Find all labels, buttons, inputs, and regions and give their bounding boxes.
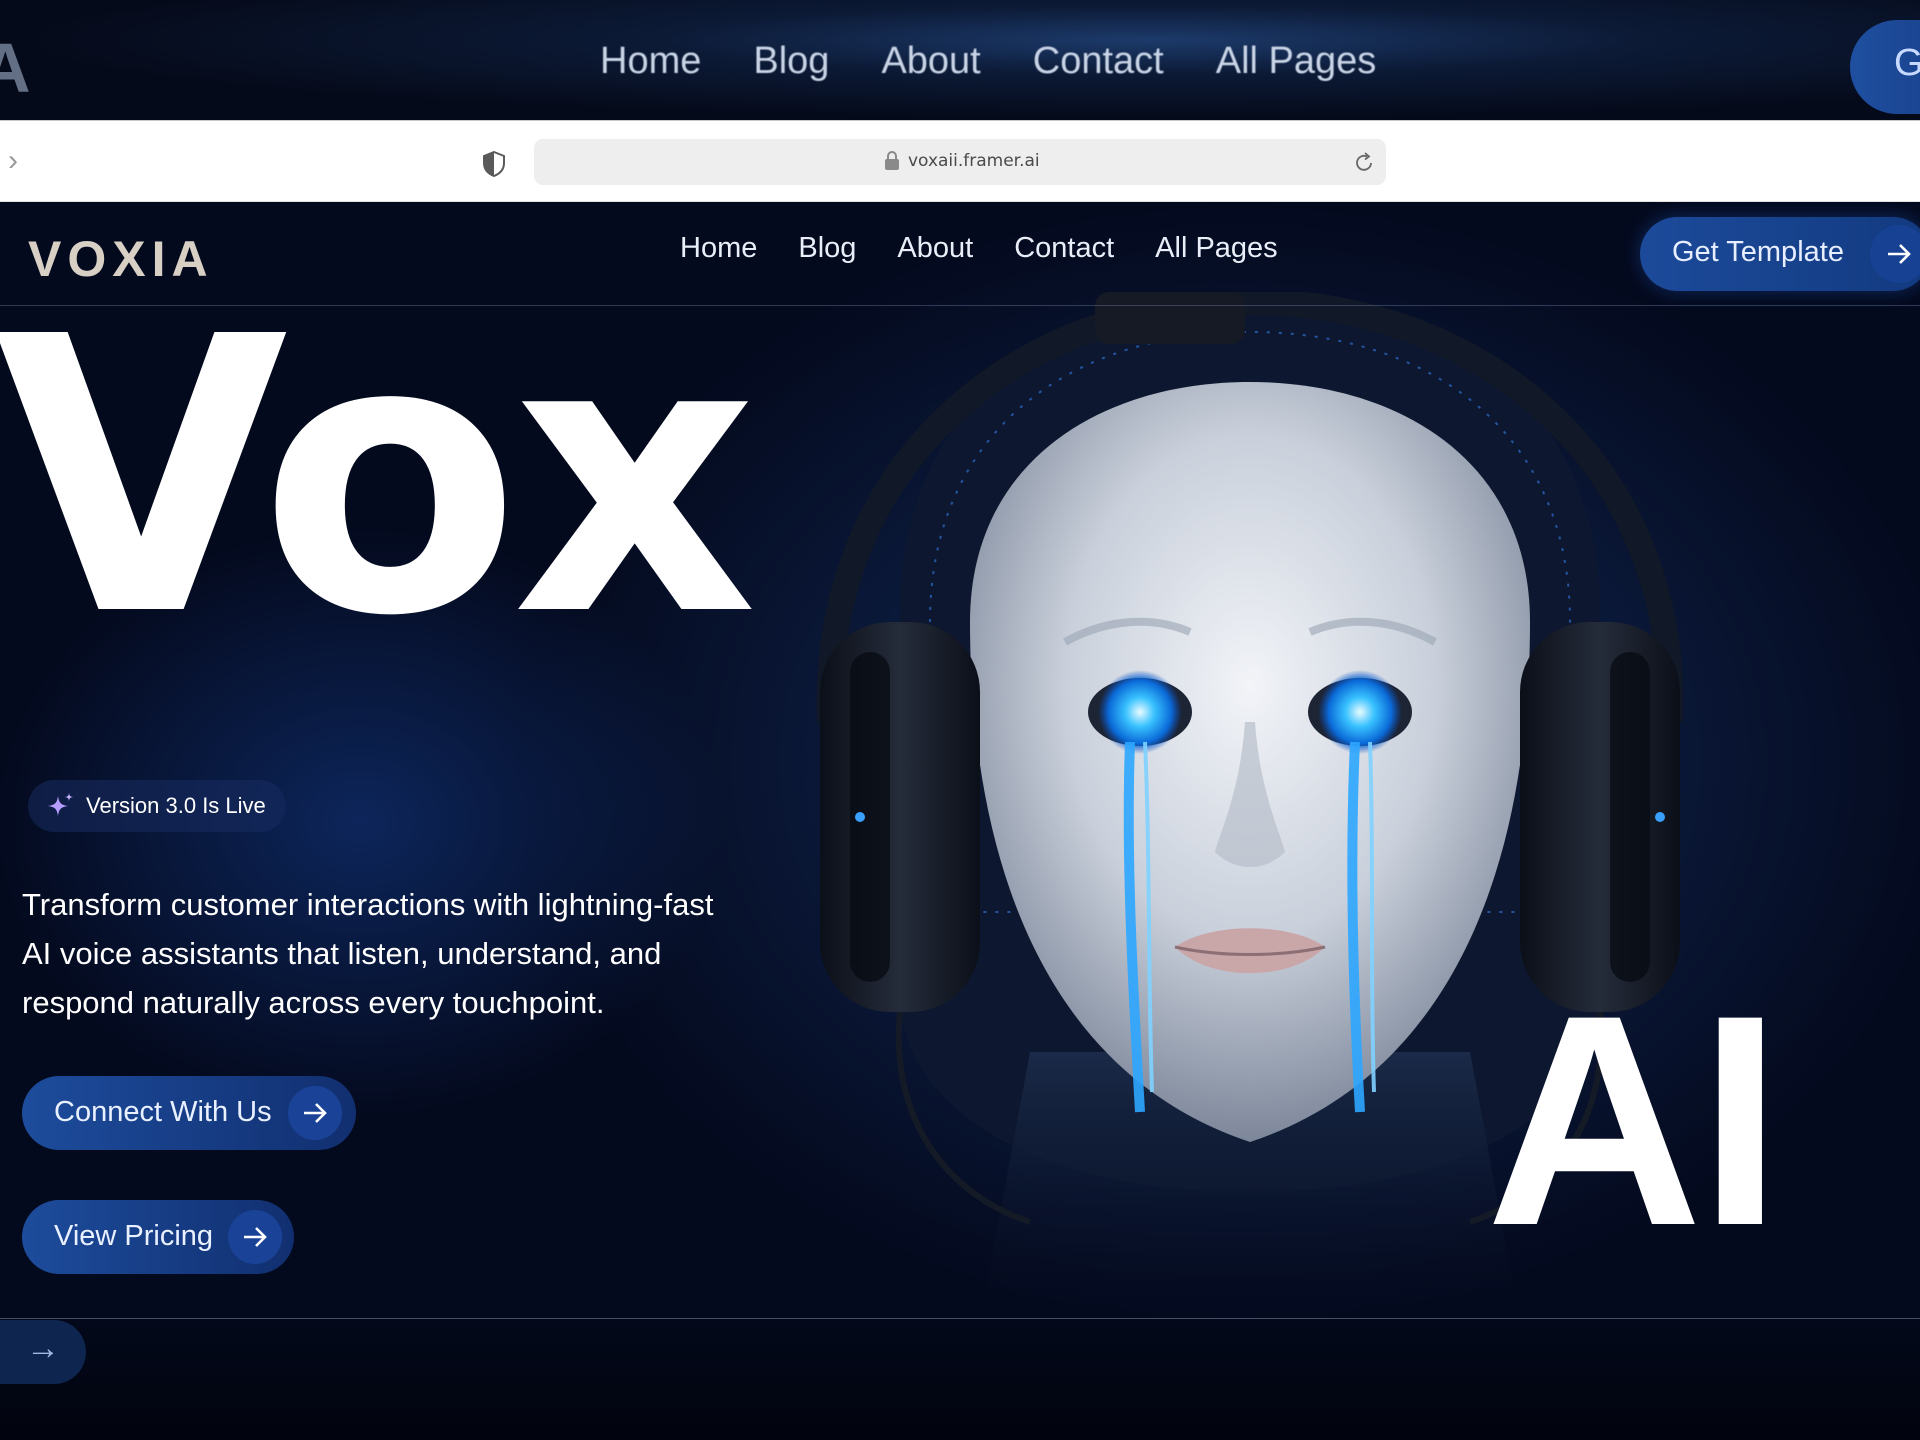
nav-contact[interactable]: Contact	[1014, 232, 1114, 265]
sparkle-icon	[48, 793, 73, 816]
reload-icon[interactable]	[1352, 149, 1376, 175]
view-pricing-label: View Pricing	[54, 1220, 214, 1252]
nav-about[interactable]: About	[897, 232, 973, 265]
get-template-button[interactable]: Get Template	[1640, 217, 1920, 291]
nav-all-pages[interactable]: All Pages	[1155, 232, 1278, 265]
main-nav: Home Blog About Contact All Pages	[680, 232, 1278, 265]
background-nav-item: All Pages	[1215, 40, 1377, 82]
hero-title-vox: Vox	[0, 256, 757, 699]
version-badge: Version 3.0 Is Live	[28, 780, 286, 832]
background-nav-item: Blog	[753, 40, 830, 82]
background-page-footer: →	[0, 1320, 1920, 1440]
background-nav: Home Blog About Contact All Pages	[600, 40, 1376, 83]
url-text: voxaii.framer.ai	[908, 151, 1040, 171]
lock-icon	[885, 151, 899, 170]
arrow-right-icon: →	[0, 1320, 86, 1384]
background-nav-item: About	[881, 40, 981, 82]
shield-icon[interactable]	[482, 151, 506, 177]
background-nav-item: Home	[600, 40, 702, 82]
background-cta-fragment: Ge	[1850, 20, 1920, 114]
arrow-right-icon	[228, 1210, 282, 1264]
nav-blog[interactable]: Blog	[798, 232, 856, 265]
hero-title-ai: AI	[1486, 952, 1782, 1288]
browser-toolbar: › voxaii.framer.ai	[0, 120, 1920, 202]
chevron-right-icon[interactable]: ›	[8, 146, 30, 177]
background-logo-fragment: A	[0, 29, 31, 107]
view-pricing-button[interactable]: View Pricing	[22, 1200, 294, 1274]
viewport-divider	[0, 1318, 1920, 1319]
connect-with-us-label: Connect With Us	[54, 1096, 272, 1128]
arrow-right-icon	[1870, 225, 1920, 283]
connect-with-us-button[interactable]: Connect With Us	[22, 1076, 356, 1150]
badge-text: Version 3.0 Is Live	[86, 793, 266, 818]
arrow-right-icon	[288, 1086, 342, 1140]
hero-description: Transform customer interactions with lig…	[22, 887, 714, 1020]
background-page-header: A Home Blog About Contact All Pages Ge	[0, 0, 1920, 120]
address-bar[interactable]: voxaii.framer.ai	[534, 139, 1386, 185]
get-template-label: Get Template	[1672, 236, 1844, 268]
website-viewport: VOXIA Home Blog About Contact All Pages …	[0, 202, 1920, 1320]
background-nav-item: Contact	[1032, 40, 1164, 82]
